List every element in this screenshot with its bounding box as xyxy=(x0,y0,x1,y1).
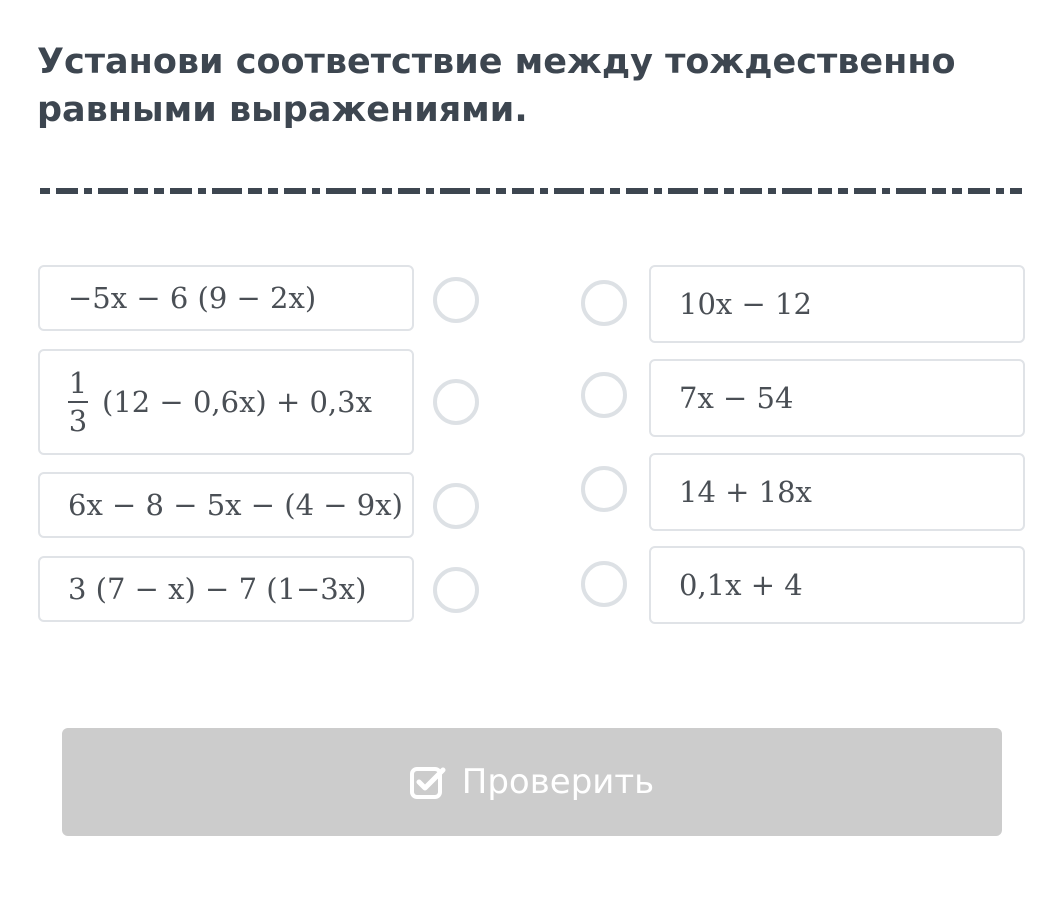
right-item-2-radio[interactable] xyxy=(581,372,627,418)
right-item-2-expr: 7x − 54 xyxy=(679,381,794,415)
fraction: 1 3 xyxy=(68,368,88,436)
left-item-3-expr: 6x − 8 − 5x − (4 − 9x) xyxy=(68,488,403,522)
left-item-4[interactable]: 3 (7 − x) − 7 (1−3x) xyxy=(38,556,414,622)
right-item-3-expr: 14 + 18x xyxy=(679,475,812,509)
right-item-4-radio[interactable] xyxy=(581,561,627,607)
right-item-4[interactable]: 0,1x + 4 xyxy=(649,546,1025,624)
left-item-4-expr: 3 (7 − x) − 7 (1−3x) xyxy=(68,572,367,606)
left-item-3-radio[interactable] xyxy=(433,483,479,529)
check-button-label: Проверить xyxy=(461,762,655,802)
check-button[interactable]: Проверить xyxy=(62,728,1002,836)
right-item-1[interactable]: 10x − 12 xyxy=(649,265,1025,343)
task-title: Установи соответствие между тождественно… xyxy=(37,42,956,130)
divider xyxy=(40,188,1022,194)
left-item-1-radio[interactable] xyxy=(433,277,479,323)
left-item-1[interactable]: −5x − 6 (9 − 2x) xyxy=(38,265,414,331)
fraction-numerator: 1 xyxy=(68,366,88,400)
left-item-3[interactable]: 6x − 8 − 5x − (4 − 9x) xyxy=(38,472,414,538)
right-item-4-expr: 0,1x + 4 xyxy=(679,568,803,602)
left-item-2-radio[interactable] xyxy=(433,379,479,425)
left-item-1-expr: −5x − 6 (9 − 2x) xyxy=(68,281,317,315)
left-item-2-expr: (12 − 0,6x) + 0,3x xyxy=(102,385,372,419)
right-item-1-radio[interactable] xyxy=(581,280,627,326)
right-item-2[interactable]: 7x − 54 xyxy=(649,359,1025,437)
right-item-3[interactable]: 14 + 18x xyxy=(649,453,1025,531)
right-item-3-radio[interactable] xyxy=(581,466,627,512)
right-item-1-expr: 10x − 12 xyxy=(679,287,812,321)
fraction-bar xyxy=(68,401,88,403)
left-item-2[interactable]: 1 3 (12 − 0,6x) + 0,3x xyxy=(38,349,414,455)
checkbox-check-icon xyxy=(409,767,446,799)
fraction-denominator: 3 xyxy=(68,404,88,438)
left-item-4-radio[interactable] xyxy=(433,567,479,613)
